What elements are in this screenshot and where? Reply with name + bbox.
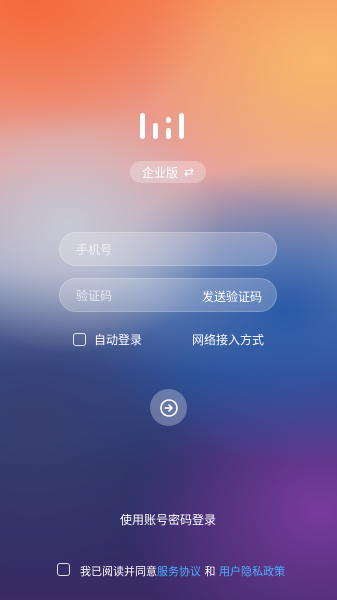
auto-login-checkbox[interactable] — [73, 333, 86, 346]
agreement-checkbox[interactable] — [57, 563, 70, 576]
privacy-policy-link[interactable]: 用户隐私政策 — [219, 565, 285, 578]
app-logo — [140, 97, 196, 139]
send-code-button[interactable]: 发送验证码 — [202, 288, 262, 305]
edition-switch-button[interactable]: 企业版 ⇄ — [130, 161, 206, 183]
agreement-prefix: 我已阅读并同意 — [80, 565, 157, 578]
auto-login-label[interactable]: 自动登录 — [94, 331, 142, 348]
edition-label: 企业版 — [141, 165, 178, 180]
code-field[interactable]: 发送验证码 — [59, 278, 277, 313]
code-input[interactable] — [74, 279, 208, 313]
login-button[interactable] — [150, 389, 187, 426]
swap-icon: ⇄ — [183, 165, 195, 179]
phone-field[interactable] — [59, 232, 277, 267]
network-access-link[interactable]: 网络接入方式 — [192, 331, 264, 348]
phone-input[interactable] — [74, 233, 208, 267]
password-login-link[interactable]: 使用账号密码登录 — [120, 511, 216, 528]
service-agreement-link[interactable]: 服务协议 — [157, 565, 201, 578]
agreement-and: 和 — [204, 565, 216, 578]
arrow-in-circle-icon — [159, 398, 178, 417]
agreement-text: 我已阅读并同意服务协议 和 用户隐私政策 — [80, 563, 285, 579]
